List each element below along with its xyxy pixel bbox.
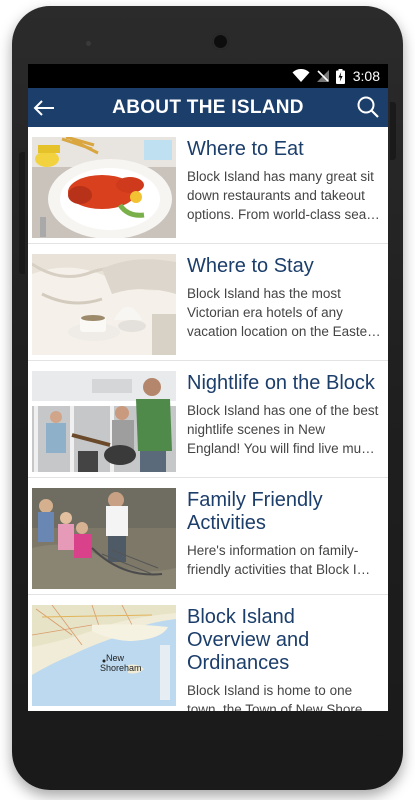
- no-signal-icon: [316, 70, 329, 82]
- item-title: Nightlife on the Block: [187, 372, 375, 394]
- item-description: Block Island has one of the best nightli…: [187, 403, 379, 456]
- kids-fishing-photo: [32, 488, 176, 589]
- app-bar: ABOUT THE ISLAND: [28, 88, 388, 127]
- map-label-shoreham: Shoreham: [100, 663, 142, 673]
- status-time: 3:08: [352, 68, 380, 84]
- search-icon[interactable]: [356, 95, 380, 119]
- hotel-bed-photo: [32, 254, 176, 355]
- list-item-nightlife[interactable]: Nightlife on the Block Block Island has …: [28, 361, 388, 478]
- topic-list: Where to Eat Block Island has many great…: [28, 127, 388, 711]
- list-item-where-to-stay[interactable]: Where to Stay Block Island has the most …: [28, 244, 388, 361]
- screen: 3:08 ABOUT THE ISLAND Where to Eat Block…: [28, 64, 388, 711]
- list-item-family-activities[interactable]: Family Friendly Activities Here's inform…: [28, 478, 388, 595]
- list-item-overview-ordinances[interactable]: New Shoreham Block Island Overview and O…: [28, 595, 388, 711]
- sensor: [86, 41, 91, 46]
- lobster-dinner-photo: [32, 137, 176, 238]
- item-description: Block Island has many great sit down res…: [187, 169, 380, 222]
- front-camera: [212, 33, 229, 50]
- battery-charging-icon: [335, 68, 345, 84]
- list-item-where-to-eat[interactable]: Where to Eat Block Island has many great…: [28, 127, 388, 244]
- wifi-icon: [292, 69, 310, 82]
- status-bar: 3:08: [28, 64, 388, 88]
- item-description: Block Island has the most Victorian era …: [187, 286, 381, 339]
- item-description: Here's information on family-friendly ac…: [187, 543, 371, 577]
- map-label-new: New: [106, 653, 125, 663]
- map-image: New Shoreham: [32, 605, 176, 706]
- item-title: Family Friendly Activities: [187, 489, 323, 534]
- power-button: [390, 102, 396, 160]
- page-title: ABOUT THE ISLAND: [112, 96, 304, 118]
- back-arrow-icon[interactable]: [32, 96, 56, 120]
- item-title: Where to Stay: [187, 255, 314, 277]
- volume-button: [19, 152, 25, 274]
- item-description: Block Island is home to one town, the To…: [187, 683, 376, 711]
- item-title: Where to Eat: [187, 138, 304, 160]
- item-title: Block Island Overview and Ordinances: [187, 606, 310, 674]
- live-band-photo: [32, 371, 176, 472]
